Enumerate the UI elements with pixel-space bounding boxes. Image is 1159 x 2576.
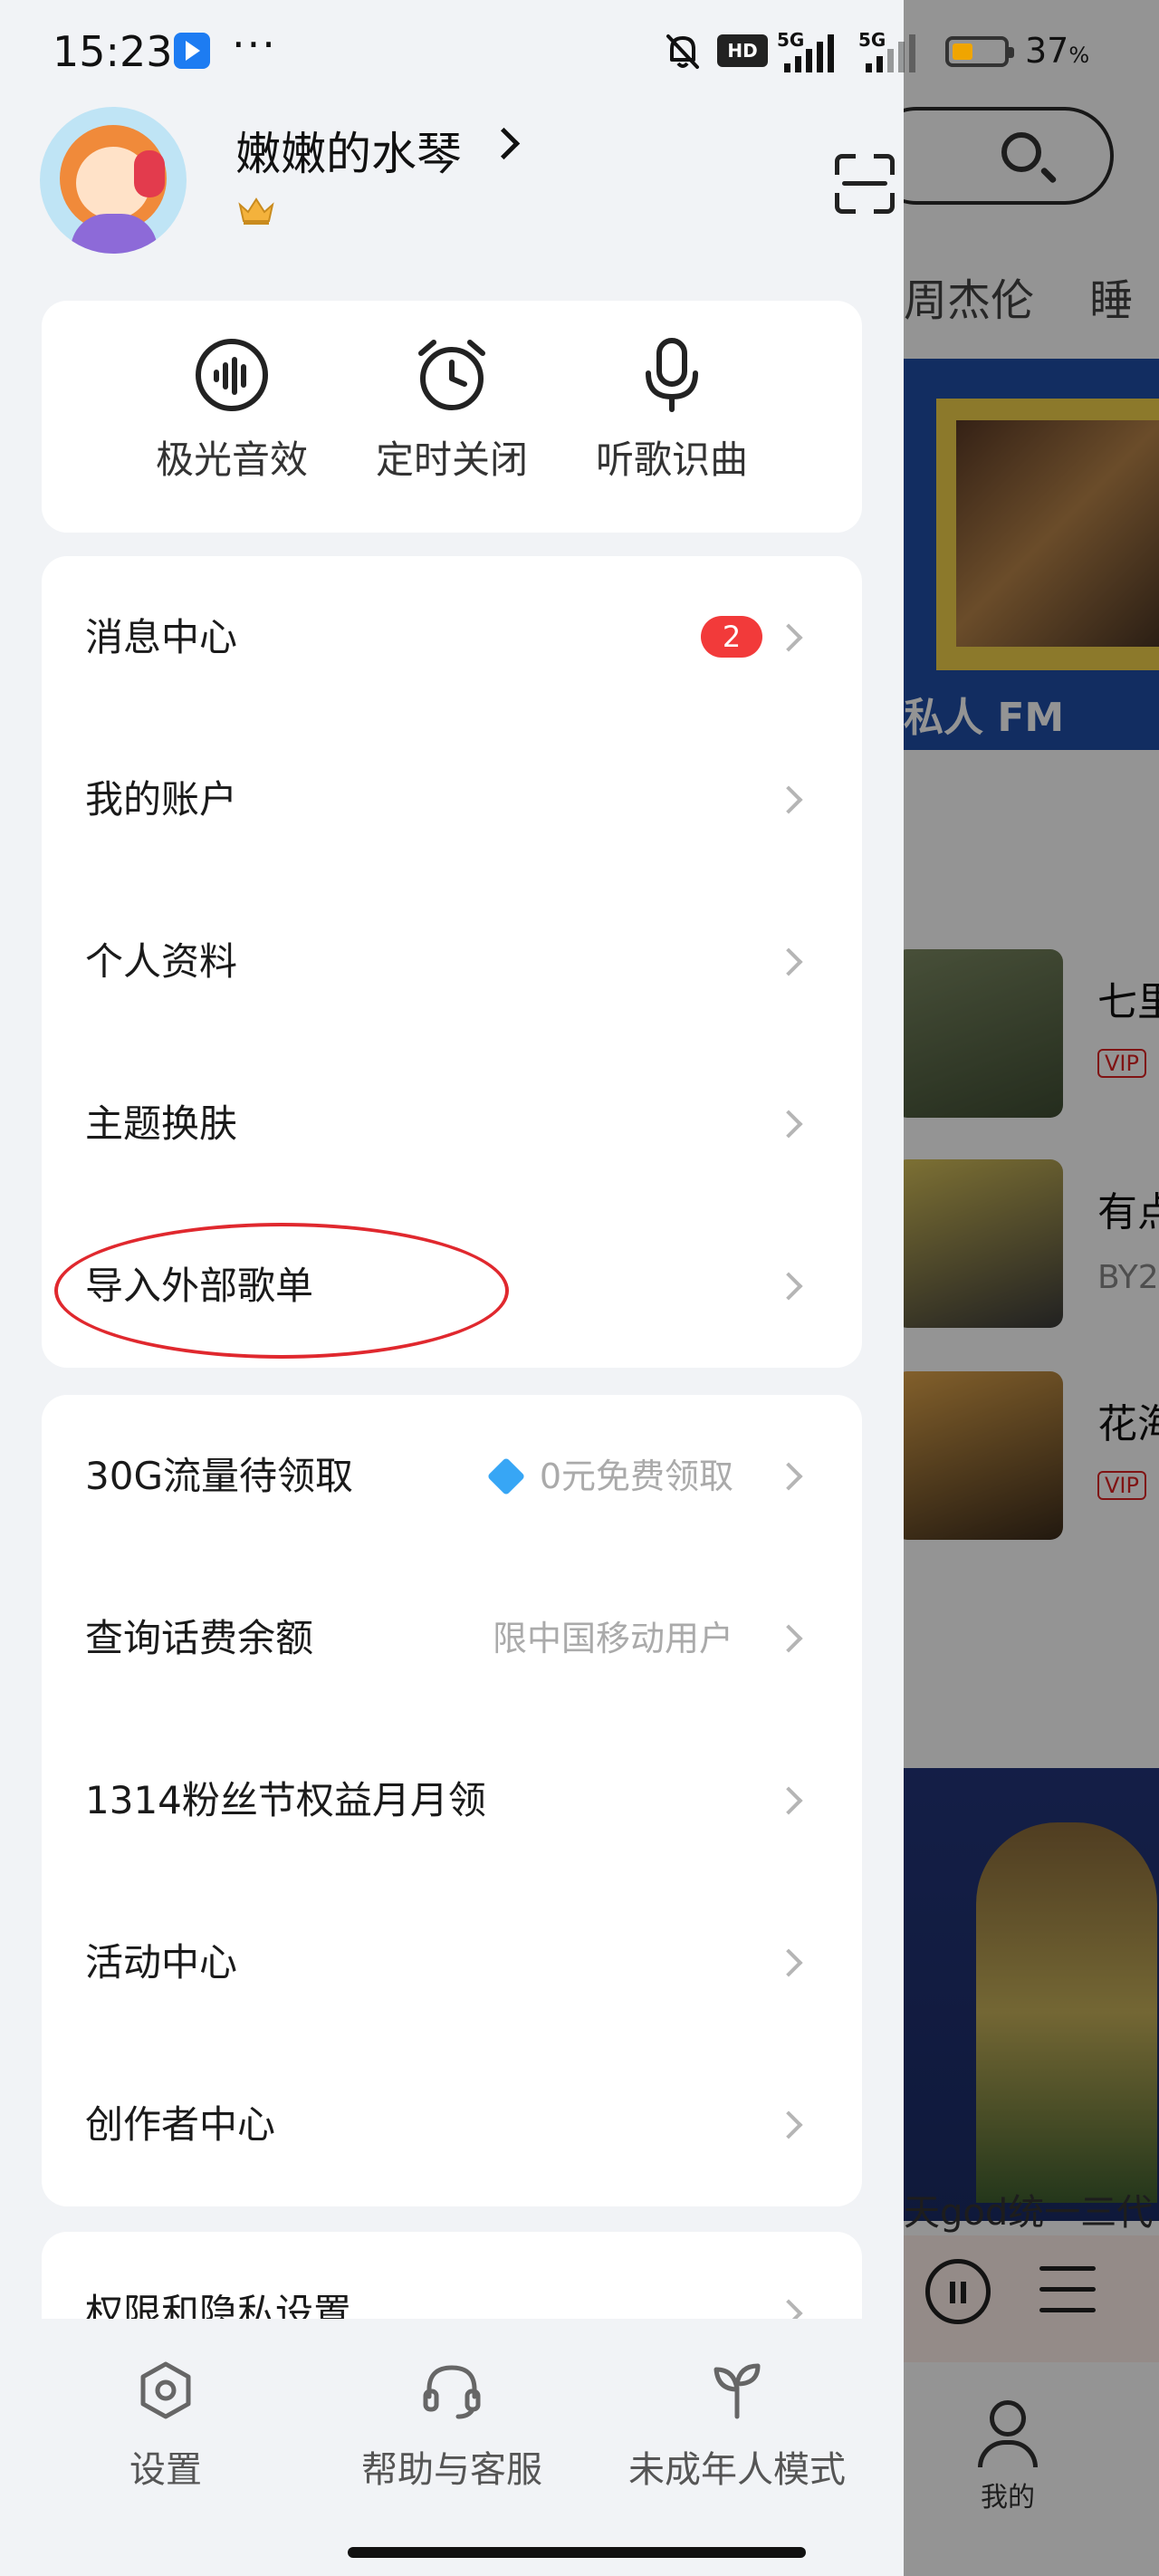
quick-action-sound-effect[interactable]: 极光音效: [132, 337, 331, 485]
chevron-right-icon[interactable]: [487, 127, 521, 160]
bell-muted-icon: [666, 34, 699, 69]
bottom-item-label: 设置: [129, 2449, 202, 2491]
menu-item-label: 查询话费余额: [85, 1616, 314, 1660]
menu-item-activity-center[interactable]: 活动中心: [42, 1881, 862, 2044]
menu-item-creator-center[interactable]: 创作者中心: [42, 2043, 862, 2206]
menu-item-label: 活动中心: [85, 1940, 238, 1985]
menu-item-my-account[interactable]: 我的账户: [42, 718, 862, 881]
chevron-right-icon: [774, 1462, 803, 1491]
menu-item-label: 消息中心: [85, 615, 238, 659]
menu-group-services: 30G流量待领取 0元免费领取 查询话费余额 限中国移动用户 1314粉丝节权益…: [42, 1395, 862, 2206]
menu-item-label: 30G流量待领取: [85, 1454, 353, 1498]
quick-action-label: 定时关闭: [375, 437, 528, 482]
microphone-icon: [646, 338, 698, 412]
chevron-right-icon: [774, 1272, 803, 1301]
bottom-help-button[interactable]: 帮助与客服: [316, 2360, 588, 2493]
menu-item-label: 个人资料: [85, 939, 238, 984]
home-indicator[interactable]: [348, 2547, 806, 2558]
cellular-signal-icon: 5G: [777, 29, 844, 72]
more-notifications-icon: ···: [232, 20, 277, 69]
hd-voice-badge: HD: [717, 34, 768, 67]
menu-item-check-balance[interactable]: 查询话费余额 限中国移动用户: [42, 1557, 862, 1720]
chevron-right-icon: [774, 1786, 803, 1815]
chevron-right-icon: [774, 623, 803, 652]
bottom-minor-mode-button[interactable]: 未成年人模式: [601, 2360, 873, 2493]
menu-item-label: 我的账户: [85, 777, 238, 822]
alarm-clock-icon: [418, 340, 485, 410]
side-drawer: 15:23 ··· 嫩嫩的水琴 极光音效 定时关闭 听歌识曲 消息中心 2 我的…: [0, 0, 904, 2576]
menu-item-data-reward[interactable]: 30G流量待领取 0元免费领取: [42, 1395, 862, 1558]
bottom-item-label: 未成年人模式: [628, 2449, 846, 2491]
cellular-signal-icon: 5G: [858, 29, 925, 72]
unread-badge: 2: [701, 616, 762, 658]
avatar[interactable]: [40, 107, 187, 254]
chevron-right-icon: [774, 2110, 803, 2139]
bottom-item-label: 帮助与客服: [361, 2449, 542, 2491]
quick-action-label: 极光音效: [155, 437, 308, 482]
quick-action-label: 听歌识曲: [595, 437, 748, 482]
profile-header: 嫩嫩的水琴: [40, 107, 895, 255]
menu-item-profile[interactable]: 个人资料: [42, 880, 862, 1043]
chevron-right-icon: [774, 947, 803, 976]
drawer-bottom-bar: 设置 帮助与客服 未成年人模式: [0, 2319, 904, 2576]
settings-icon: [140, 2361, 191, 2419]
chevron-right-icon: [774, 1624, 803, 1653]
menu-item-theme[interactable]: 主题换肤: [42, 1043, 862, 1206]
scan-icon[interactable]: [835, 154, 895, 214]
app-notification-icon: [174, 33, 210, 69]
menu-item-hint: 0元免费领取: [486, 1395, 733, 1558]
sound-wave-icon: [196, 339, 268, 411]
headset-icon: [423, 2365, 481, 2419]
diamond-icon: [486, 1456, 526, 1496]
menu-item-hint: 限中国移动用户: [492, 1619, 733, 1658]
quick-action-sleep-timer[interactable]: 定时关闭: [352, 337, 551, 485]
status-bar: 15:23 ···: [0, 0, 904, 105]
menu-item-label: 主题换肤: [85, 1101, 238, 1146]
chevron-right-icon: [774, 785, 803, 814]
chevron-right-icon: [774, 1110, 803, 1139]
menu-item-fan-festival[interactable]: 1314粉丝节权益月月领: [42, 1719, 862, 1882]
dim-overlay[interactable]: [904, 0, 1159, 2576]
crown-icon[interactable]: [237, 196, 275, 226]
highlight-annotation: [54, 1223, 509, 1359]
bottom-settings-button[interactable]: 设置: [30, 2360, 302, 2493]
username[interactable]: 嫩嫩的水琴: [235, 118, 462, 183]
menu-item-label: 1314粉丝节权益月月领: [85, 1778, 486, 1822]
menu-item-label: 创作者中心: [85, 2102, 276, 2147]
sprout-icon: [714, 2363, 761, 2419]
status-time: 15:23: [53, 27, 173, 76]
chevron-right-icon: [774, 1948, 803, 1977]
battery-icon: [945, 36, 1014, 67]
quick-actions-card: 极光音效 定时关闭 听歌识曲: [42, 301, 862, 533]
quick-action-song-recognition[interactable]: 听歌识曲: [572, 337, 771, 485]
battery-percent: 37%: [1025, 31, 1090, 71]
menu-item-message-center[interactable]: 消息中心 2: [42, 556, 862, 719]
